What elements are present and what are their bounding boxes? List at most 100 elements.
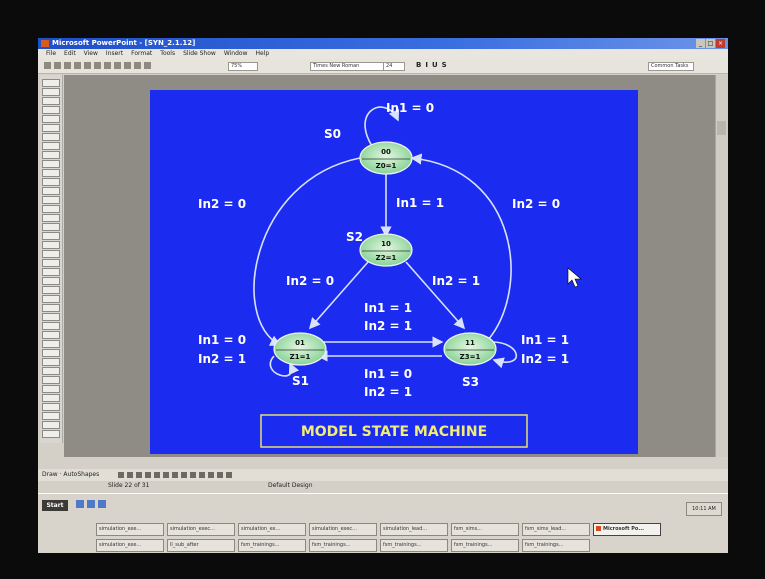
outline-item[interactable] xyxy=(42,313,60,321)
copy-icon[interactable] xyxy=(114,62,121,69)
menu-file[interactable]: File xyxy=(46,49,56,59)
fill-color-icon[interactable] xyxy=(181,472,187,478)
outline-item[interactable] xyxy=(42,115,60,123)
outline-item[interactable] xyxy=(42,196,60,204)
outline-item[interactable] xyxy=(42,349,60,357)
taskbar-button[interactable]: fsm_trainings... xyxy=(238,539,306,552)
outline-item[interactable] xyxy=(42,79,60,87)
line-color-icon[interactable] xyxy=(190,472,196,478)
font-select[interactable]: Times New Roman xyxy=(310,62,384,71)
line-style-icon[interactable] xyxy=(208,472,214,478)
minimize-button[interactable]: _ xyxy=(696,39,705,48)
outline-item[interactable] xyxy=(42,241,60,249)
wordart-icon[interactable] xyxy=(163,472,169,478)
outline-item[interactable] xyxy=(42,268,60,276)
save-icon[interactable] xyxy=(64,62,71,69)
taskbar-button[interactable]: fsm_sims_lead... xyxy=(522,523,590,536)
outline-item[interactable] xyxy=(42,151,60,159)
menu-help[interactable]: Help xyxy=(256,49,270,59)
draw-menu[interactable]: Draw · AutoShapes xyxy=(42,469,99,481)
outline-item[interactable] xyxy=(42,124,60,132)
font-size-select[interactable]: 24 xyxy=(383,62,405,71)
menu-format[interactable]: Format xyxy=(131,49,152,59)
menu-tools[interactable]: Tools xyxy=(160,49,175,59)
bold-button[interactable]: B xyxy=(416,61,421,69)
outline-item[interactable] xyxy=(42,295,60,303)
3d-icon[interactable] xyxy=(226,472,232,478)
close-button[interactable]: × xyxy=(716,39,725,48)
outline-item[interactable] xyxy=(42,160,60,168)
outline-item[interactable] xyxy=(42,205,60,213)
outline-item[interactable] xyxy=(42,304,60,312)
outline-item[interactable] xyxy=(42,430,60,438)
underline-button[interactable]: U xyxy=(432,61,438,69)
outline-item[interactable] xyxy=(42,277,60,285)
outline-item[interactable] xyxy=(42,106,60,114)
common-tasks-button[interactable]: Common Tasks xyxy=(648,62,694,71)
taskbar-button[interactable]: simulation_ex... xyxy=(238,523,306,536)
taskbar-button[interactable]: simulation_exe... xyxy=(96,539,164,552)
outline-item[interactable] xyxy=(42,250,60,258)
arrow-icon[interactable] xyxy=(127,472,133,478)
spelling-icon[interactable] xyxy=(94,62,101,69)
outline-item[interactable] xyxy=(42,178,60,186)
scrollbar-thumb[interactable] xyxy=(717,121,726,135)
desktop-icon[interactable] xyxy=(76,500,84,508)
browser-icon[interactable] xyxy=(87,500,95,508)
menu-window[interactable]: Window xyxy=(224,49,248,59)
outline-item[interactable] xyxy=(42,358,60,366)
outline-item[interactable] xyxy=(42,187,60,195)
outline-item[interactable] xyxy=(42,214,60,222)
taskbar-button[interactable]: simulation_exec... xyxy=(167,523,235,536)
outline-item[interactable] xyxy=(42,367,60,375)
start-button[interactable]: Start xyxy=(42,500,68,511)
outline-item[interactable] xyxy=(42,394,60,402)
taskbar-button[interactable]: simulation_exe... xyxy=(96,523,164,536)
taskbar-button[interactable]: fsm_trainings... xyxy=(309,539,377,552)
outline-item[interactable] xyxy=(42,331,60,339)
outline-item[interactable] xyxy=(42,142,60,150)
taskbar-button[interactable]: fsm_trainings... xyxy=(522,539,590,552)
shadow-button[interactable]: S xyxy=(442,61,447,69)
taskbar-button[interactable]: fsm_trainings... xyxy=(380,539,448,552)
taskbar-button[interactable]: fsm_sims... xyxy=(451,523,519,536)
redo-icon[interactable] xyxy=(144,62,151,69)
font-color-icon[interactable] xyxy=(199,472,205,478)
cut-icon[interactable] xyxy=(104,62,111,69)
zoom-select[interactable]: 75% xyxy=(228,62,258,71)
taskbar-button[interactable]: fsm_trainings... xyxy=(451,539,519,552)
outline-item[interactable] xyxy=(42,223,60,231)
oval-icon[interactable] xyxy=(145,472,151,478)
taskbar-button[interactable]: simulation_lead... xyxy=(380,523,448,536)
maximize-button[interactable]: □ xyxy=(706,39,715,48)
outline-item[interactable] xyxy=(42,376,60,384)
menu-slide-show[interactable]: Slide Show xyxy=(183,49,216,59)
taskbar-button[interactable]: simulation_exec... xyxy=(309,523,377,536)
textbox-icon[interactable] xyxy=(154,472,160,478)
taskbar-button-powerpoint[interactable]: Microsoft Po... xyxy=(593,523,661,536)
rectangle-icon[interactable] xyxy=(136,472,142,478)
slide[interactable]: 00 Z0=1 10 Z2=1 01 Z1=1 11 Z3=1 S0 S2 S1… xyxy=(150,90,638,454)
print-icon[interactable] xyxy=(84,62,91,69)
outline-item[interactable] xyxy=(42,232,60,240)
outline-item[interactable] xyxy=(42,97,60,105)
outline-item[interactable] xyxy=(42,340,60,348)
undo-icon[interactable] xyxy=(134,62,141,69)
taskbar-button[interactable]: ll_sub_after xyxy=(167,539,235,552)
outline-item[interactable] xyxy=(42,385,60,393)
outline-item[interactable] xyxy=(42,259,60,267)
open-icon[interactable] xyxy=(54,62,61,69)
outline-item[interactable] xyxy=(42,169,60,177)
menu-view[interactable]: View xyxy=(84,49,98,59)
italic-button[interactable]: I xyxy=(425,61,428,69)
outline-item[interactable] xyxy=(42,88,60,96)
vertical-scrollbar[interactable] xyxy=(715,75,728,457)
outline-item[interactable] xyxy=(42,286,60,294)
new-icon[interactable] xyxy=(44,62,51,69)
outline-item[interactable] xyxy=(42,133,60,141)
email-icon[interactable] xyxy=(74,62,81,69)
shadow-icon[interactable] xyxy=(217,472,223,478)
outline-item[interactable] xyxy=(42,412,60,420)
outline-item[interactable] xyxy=(42,403,60,411)
menu-insert[interactable]: Insert xyxy=(106,49,123,59)
